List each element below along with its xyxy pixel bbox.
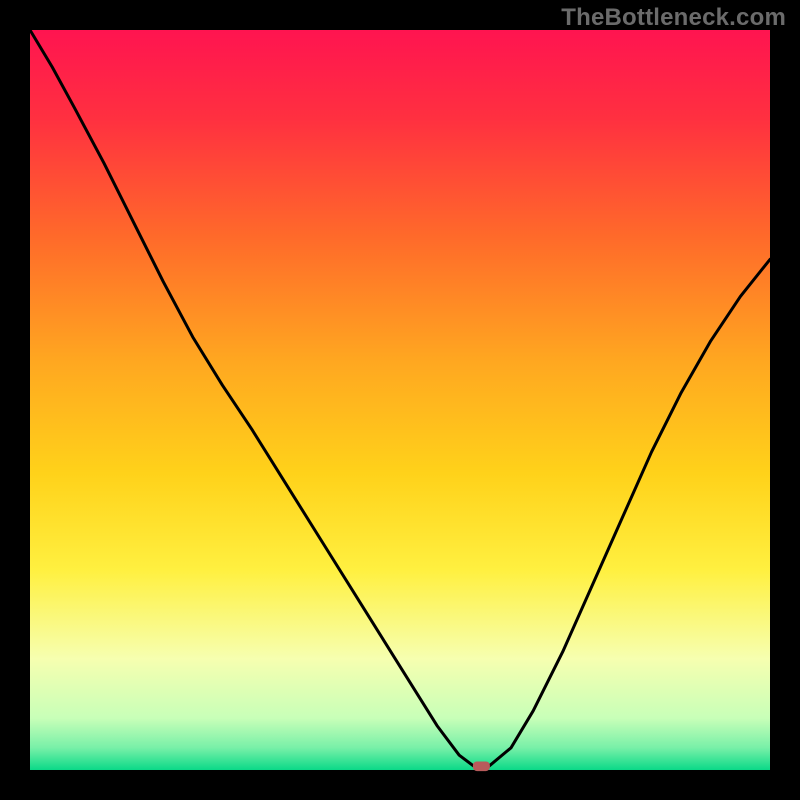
plot-background <box>30 30 770 770</box>
bottleneck-chart <box>0 0 800 800</box>
optimal-marker <box>473 762 490 772</box>
chart-container: TheBottleneck.com <box>0 0 800 800</box>
watermark: TheBottleneck.com <box>561 4 786 32</box>
